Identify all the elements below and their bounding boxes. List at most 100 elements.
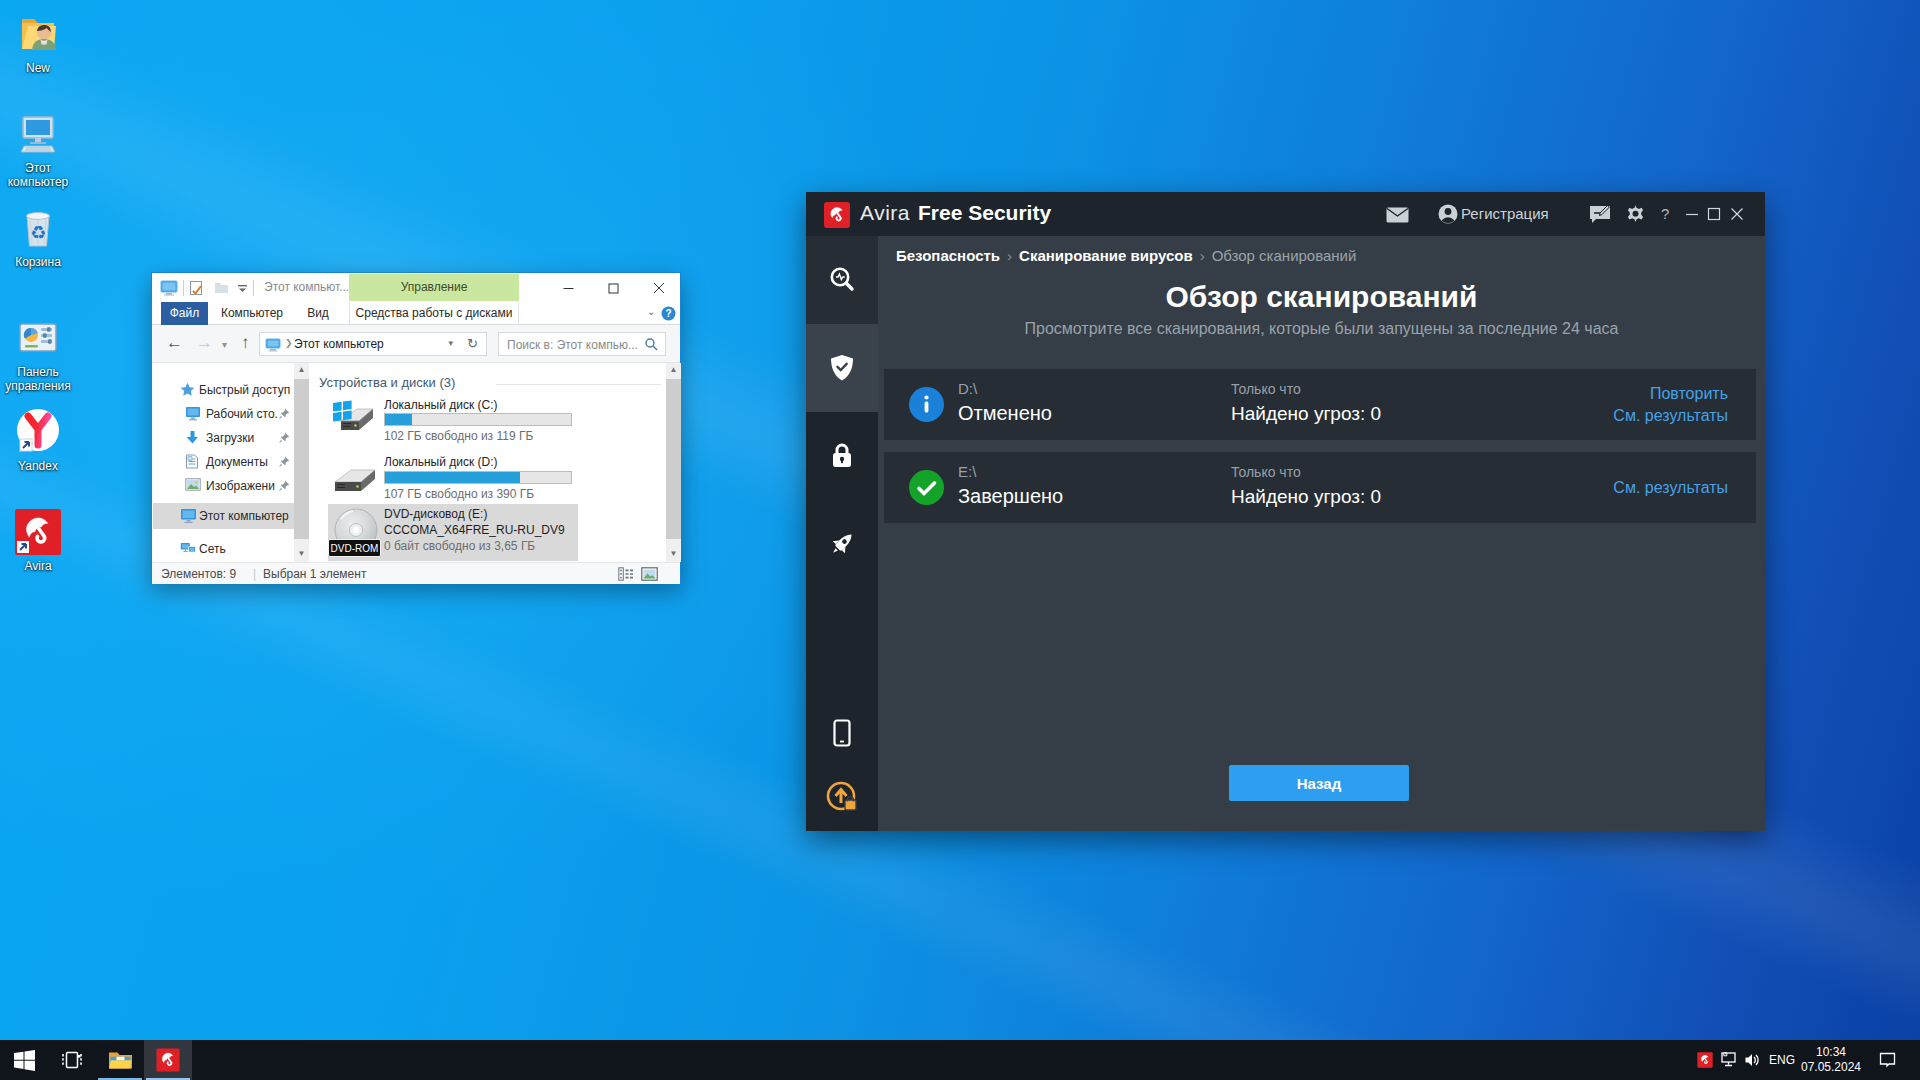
- sidebar-item-mobile[interactable]: [806, 703, 878, 763]
- pin-icon: [279, 480, 290, 491]
- group-header[interactable]: Устройства и диски (3): [319, 375, 455, 390]
- tab-computer[interactable]: Компьютер: [218, 302, 286, 325]
- hdd-icon: [331, 468, 379, 498]
- nav-item-network[interactable]: Сеть: [153, 537, 294, 561]
- main-scrollbar[interactable]: ▲ ▼: [666, 363, 681, 562]
- nav-item-pictures[interactable]: Изображени: [153, 474, 294, 498]
- avira-minimize-button[interactable]: [1684, 206, 1700, 222]
- history-chevron-icon[interactable]: ▾: [222, 339, 227, 350]
- minimize-icon: [563, 283, 574, 294]
- scroll-up-icon[interactable]: ▲: [666, 365, 681, 374]
- nav-item-downloads[interactable]: Загрузки: [153, 426, 294, 450]
- scan-time: Только что: [1231, 464, 1301, 480]
- see-results-link[interactable]: См. результаты: [1613, 479, 1728, 497]
- breadcrumb-security[interactable]: Безопасность: [896, 247, 1000, 264]
- scan-time: Только что: [1231, 381, 1301, 397]
- avira-help-icon[interactable]: ?: [1661, 205, 1669, 222]
- see-results-link[interactable]: См. результаты: [1613, 407, 1728, 425]
- sidebar-item-status[interactable]: [806, 236, 878, 324]
- nav-item-quick-access[interactable]: Быстрый доступ: [153, 378, 294, 402]
- explorer-titlebar[interactable]: Этот компьют... Управление: [152, 273, 680, 302]
- nav-item-documents[interactable]: Документы: [153, 450, 294, 474]
- tray-clock[interactable]: 10:34 07.05.2024: [1786, 1045, 1876, 1075]
- search-box[interactable]: Поиск в: Этот компью...: [498, 332, 666, 356]
- desktop-icon-recycle-bin[interactable]: ♻ Корзина: [0, 204, 76, 269]
- address-pc-icon: [265, 338, 281, 352]
- repeat-link[interactable]: Повторить: [1613, 385, 1728, 403]
- taskbar-avira-button[interactable]: [144, 1040, 192, 1080]
- desktop-icon-yandex[interactable]: Yandex: [0, 406, 76, 473]
- nav-item-this-pc[interactable]: Этот компьютер: [153, 503, 294, 529]
- properties-qat-icon[interactable]: [189, 280, 204, 296]
- tab-view[interactable]: Вид: [298, 302, 338, 325]
- start-button[interactable]: [0, 1040, 48, 1080]
- avira-maximize-button[interactable]: [1706, 206, 1722, 222]
- back-button-avira[interactable]: Назад: [1229, 765, 1409, 801]
- address-bar[interactable]: ❯ Этот компьютер ▾ ↻: [259, 332, 487, 356]
- sidebar-item-security[interactable]: [806, 324, 878, 412]
- desktop-icon-control-panel[interactable]: Панельуправления: [0, 314, 76, 393]
- scroll-down-icon[interactable]: ▼: [294, 549, 309, 558]
- sidebar-item-performance[interactable]: [806, 500, 878, 588]
- address-breadcrumb[interactable]: Этот компьютер: [294, 337, 384, 351]
- nav-item-desktop[interactable]: Рабочий сто.: [153, 402, 294, 426]
- desktop-icon-label: Корзина: [0, 255, 76, 269]
- taskbar-explorer-button[interactable]: [96, 1040, 144, 1080]
- thumbnail-view-icon[interactable]: [641, 567, 658, 581]
- nav-item-label: Загрузки: [206, 431, 254, 445]
- nav-item-label: Этот компьютер: [199, 509, 289, 523]
- task-view-button[interactable]: [48, 1040, 96, 1080]
- tab-file[interactable]: Файл: [161, 302, 208, 325]
- avira-close-button[interactable]: [1729, 206, 1745, 222]
- desktop-icon-avira[interactable]: Avira: [0, 508, 76, 573]
- nav-item-label: Сеть: [199, 542, 226, 556]
- register-label[interactable]: Регистрация: [1461, 205, 1549, 222]
- scroll-down-icon[interactable]: ▼: [666, 549, 681, 558]
- drive-free-space: 107 ГБ свободно из 390 ГБ: [384, 487, 534, 501]
- avira-logo: [824, 202, 850, 228]
- scroll-up-icon[interactable]: ▲: [294, 365, 309, 374]
- up-button[interactable]: ↑: [241, 333, 250, 353]
- tab-drive-tools[interactable]: Средства работы с дисками: [349, 302, 519, 325]
- contextual-tab-header[interactable]: Управление: [349, 274, 519, 301]
- forward-button[interactable]: →: [196, 333, 213, 353]
- downloads-nav-icon: [185, 430, 200, 445]
- quick-access-toolbar: [160, 273, 259, 302]
- navpane-scrollbar[interactable]: ▲ ▼: [294, 363, 309, 562]
- taskbar-folder-icon: [108, 1050, 133, 1071]
- explorer-window-title: Этот компьют...: [264, 280, 349, 294]
- back-button[interactable]: ←: [166, 333, 183, 353]
- hdd-windows-icon: [331, 399, 379, 437]
- ribbon-collapse-chevron-icon[interactable]: ⌄: [647, 306, 655, 317]
- explorer-maximize-button[interactable]: [591, 274, 636, 302]
- tray-volume-icon[interactable]: [1744, 1052, 1760, 1068]
- taskbar: ENG 10:34 07.05.2024: [0, 1040, 1920, 1080]
- user-icon[interactable]: [1438, 204, 1458, 224]
- mail-icon[interactable]: [1386, 207, 1409, 223]
- address-dropdown-icon[interactable]: ▾: [448, 338, 453, 348]
- drive-name: DVD-дисковод (E:): [384, 507, 487, 521]
- help-icon[interactable]: ?: [661, 306, 676, 321]
- feedback-icon[interactable]: [1589, 205, 1611, 224]
- breadcrumb-virus-scans[interactable]: Сканирование вирусов: [1019, 247, 1193, 264]
- new-folder-qat-icon[interactable]: [214, 280, 229, 295]
- refresh-icon[interactable]: ↻: [467, 336, 478, 351]
- settings-gear-icon[interactable]: [1625, 204, 1646, 225]
- explorer-minimize-button[interactable]: [546, 274, 591, 302]
- search-icon[interactable]: [645, 338, 658, 351]
- tray-avira-icon[interactable]: [1697, 1052, 1713, 1068]
- sidebar-item-privacy[interactable]: [806, 412, 878, 500]
- drive-usage-bar: [384, 413, 572, 426]
- desktop-icon-new[interactable]: New: [0, 10, 76, 75]
- explorer-close-button[interactable]: [636, 274, 681, 302]
- sidebar-item-upgrade[interactable]: [806, 767, 878, 827]
- explorer-body: Быстрый доступ Рабочий сто. Загрузки: [152, 363, 680, 562]
- avira-titlebar[interactable]: Avira Free Security Регистрация ?: [806, 192, 1765, 236]
- details-view-icon[interactable]: [618, 567, 634, 581]
- drive-usage-bar: [384, 471, 572, 484]
- desktop-icon-this-pc[interactable]: Этоткомпьютер: [0, 110, 76, 189]
- tray-network-icon[interactable]: [1721, 1052, 1738, 1068]
- action-center-icon[interactable]: [1879, 1052, 1896, 1068]
- nav-item-label: Изображени: [206, 479, 275, 493]
- qat-customize-icon[interactable]: [237, 282, 248, 294]
